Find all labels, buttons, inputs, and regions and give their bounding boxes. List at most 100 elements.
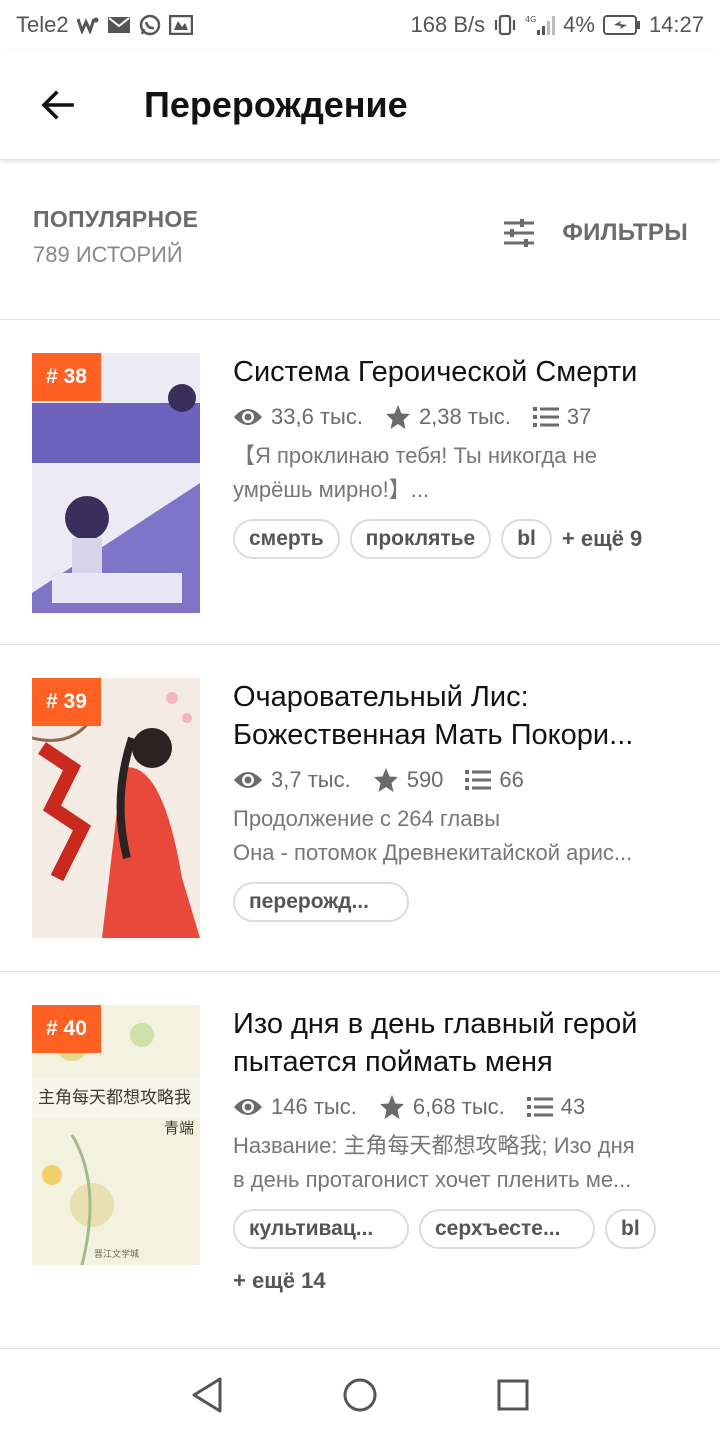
list-header: ПОПУЛЯРНОЕ 789 ИСТОРИЙ ФИЛЬТРЫ <box>0 160 720 320</box>
story-title[interactable]: Система Героической Смерти <box>233 353 693 391</box>
system-nav-bar <box>0 1348 720 1440</box>
clock: 14:27 <box>648 12 704 37</box>
eye-icon <box>234 1099 262 1115</box>
filters-button[interactable]: ФИЛЬТРЫ <box>502 218 688 248</box>
status-left: Tele2 <box>16 12 193 38</box>
parts-stat: 37 <box>532 404 592 430</box>
story-cover[interactable]: # 38 <box>32 353 200 613</box>
story-item[interactable]: # 38 Система Героической Смерти 33,6 тыс… <box>0 321 720 645</box>
arrow-left-icon <box>41 89 74 120</box>
tag-chip[interactable]: смерть <box>233 519 340 559</box>
views-count: 146 тыс. <box>271 1094 357 1119</box>
story-info: Система Героической Смерти 33,6 тыс. 2,3… <box>233 353 693 571</box>
story-stats: 3,7 тыс. 590 66 <box>233 762 693 798</box>
more-tags[interactable]: + ещё 9 <box>562 519 642 559</box>
signal-4g-icon: 4G <box>525 14 556 36</box>
eye-icon <box>234 409 262 425</box>
tag-list: культивац... серхъесте... bl + ещё 14 <box>233 1209 693 1313</box>
tag-list: перерожд... <box>233 882 693 934</box>
views-stat: 146 тыс. <box>233 1094 357 1120</box>
list-icon <box>465 770 492 790</box>
story-info: Очаровательный Лис: Божественная Мать По… <box>233 678 693 934</box>
status-right: 168 B/s 4G 4% 14:27 <box>411 12 704 38</box>
rank-badge: # 40 <box>32 1005 101 1053</box>
parts-stat: 43 <box>526 1094 586 1120</box>
description-line: Продолжение с 264 главы <box>233 806 501 831</box>
tag-chip[interactable]: перерожд... <box>233 882 409 922</box>
wifi-calling-icon <box>76 16 99 34</box>
story-item[interactable]: # 39 Очаровательный Лис: Божественная Ма… <box>0 646 720 972</box>
star-icon <box>373 768 398 792</box>
whatsapp-icon <box>139 14 161 36</box>
parts-count: 43 <box>560 1094 586 1119</box>
votes-stat: 2,38 тыс. <box>385 404 511 430</box>
star-icon <box>385 405 410 429</box>
votes-count: 2,38 тыс. <box>418 404 511 429</box>
parts-count: 37 <box>566 404 592 429</box>
home-circle-icon <box>343 1378 377 1411</box>
nav-recents-button[interactable] <box>483 1365 543 1425</box>
story-cover[interactable]: # 39 <box>32 678 200 938</box>
story-description: 【Я проклинаю тебя! Ты никогда не умрёшь … <box>233 439 693 507</box>
story-info: Изо дня в день главный герой пытается по… <box>233 1005 693 1313</box>
battery-icon <box>602 14 641 36</box>
app-bar: Перерождение <box>0 50 720 160</box>
story-stats: 146 тыс. 6,68 тыс. 43 <box>233 1089 693 1125</box>
eye-icon <box>234 772 262 788</box>
more-tags[interactable]: + ещё 14 <box>233 1261 326 1301</box>
tag-list: смерть проклятье bl + ещё 9 <box>233 519 693 571</box>
votes-count: 6,68 тыс. <box>412 1094 505 1119</box>
tag-chip[interactable]: bl <box>605 1209 656 1249</box>
mail-icon <box>107 16 131 34</box>
description-line: Название: 主角每天都想攻略我; Изо дня <box>233 1133 635 1158</box>
filters-label: ФИЛЬТРЫ <box>562 219 688 246</box>
views-count: 33,6 тыс. <box>271 404 363 429</box>
description-line: в день протагонист хочет пленить ме... <box>233 1167 632 1192</box>
story-cover[interactable]: 主角每天都想攻略我 青端 晋江文学城 # 40 <box>32 1005 200 1265</box>
back-triangle-icon <box>192 1377 222 1412</box>
tag-chip[interactable]: культивац... <box>233 1209 409 1249</box>
sliders-icon <box>504 219 535 247</box>
views-count: 3,7 тыс. <box>271 767 351 792</box>
tag-chip[interactable]: серхъесте... <box>419 1209 595 1249</box>
story-title-line[interactable]: Божественная Мать Покори... <box>233 716 693 754</box>
views-stat: 33,6 тыс. <box>233 404 363 430</box>
page-title: Перерождение <box>144 83 408 125</box>
story-title-line[interactable]: Очаровательный Лис: <box>233 678 693 716</box>
recents-square-icon <box>497 1379 529 1410</box>
story-stats: 33,6 тыс. 2,38 тыс. 37 <box>233 399 693 435</box>
back-button[interactable] <box>30 77 86 133</box>
svg-text:晋江文学城: 晋江文学城 <box>94 1248 139 1260</box>
nav-back-button[interactable] <box>177 1365 237 1425</box>
votes-stat: 590 <box>373 767 444 793</box>
svg-text:4G: 4G <box>525 15 536 24</box>
parts-count: 66 <box>499 767 524 792</box>
votes-count: 590 <box>406 767 444 792</box>
battery-percent: 4% <box>563 12 595 37</box>
tag-chip[interactable]: bl <box>501 519 552 559</box>
nav-home-button[interactable] <box>330 1365 390 1425</box>
svg-text:青端: 青端 <box>164 1119 194 1137</box>
tag-chip[interactable]: проклятье <box>349 519 492 559</box>
list-icon <box>526 1097 553 1117</box>
star-icon <box>379 1095 404 1119</box>
list-icon <box>532 407 559 427</box>
story-title-line[interactable]: Изо дня в день главный герой <box>233 1005 693 1043</box>
votes-stat: 6,68 тыс. <box>379 1094 505 1120</box>
rank-badge: # 38 <box>32 353 101 401</box>
story-item[interactable]: 主角每天都想攻略我 青端 晋江文学城 # 40 Изо дня в день г… <box>0 973 720 1347</box>
carrier-label: Tele2 <box>16 12 69 37</box>
gallery-icon <box>168 15 193 35</box>
story-description: Название: 主角每天都想攻略我; Изо дня в день прот… <box>233 1129 693 1197</box>
sort-label[interactable]: ПОПУЛЯРНОЕ <box>33 206 198 233</box>
status-bar: Tele2 168 B/s 4G 4% 14:27 <box>0 0 720 50</box>
description-line: Она - потомок Древнекитайской арис... <box>233 840 633 865</box>
story-title-line[interactable]: пытается поймать меня <box>233 1043 693 1081</box>
rank-badge: # 39 <box>32 678 101 726</box>
description-line: 【Я проклинаю тебя! Ты никогда не <box>233 443 597 468</box>
views-stat: 3,7 тыс. <box>233 767 351 793</box>
description-line: умрёшь мирно!】... <box>233 477 430 502</box>
parts-stat: 66 <box>465 767 524 793</box>
vibrate-icon <box>493 14 517 36</box>
story-description: Продолжение с 264 главы Она - потомок Др… <box>233 802 693 870</box>
